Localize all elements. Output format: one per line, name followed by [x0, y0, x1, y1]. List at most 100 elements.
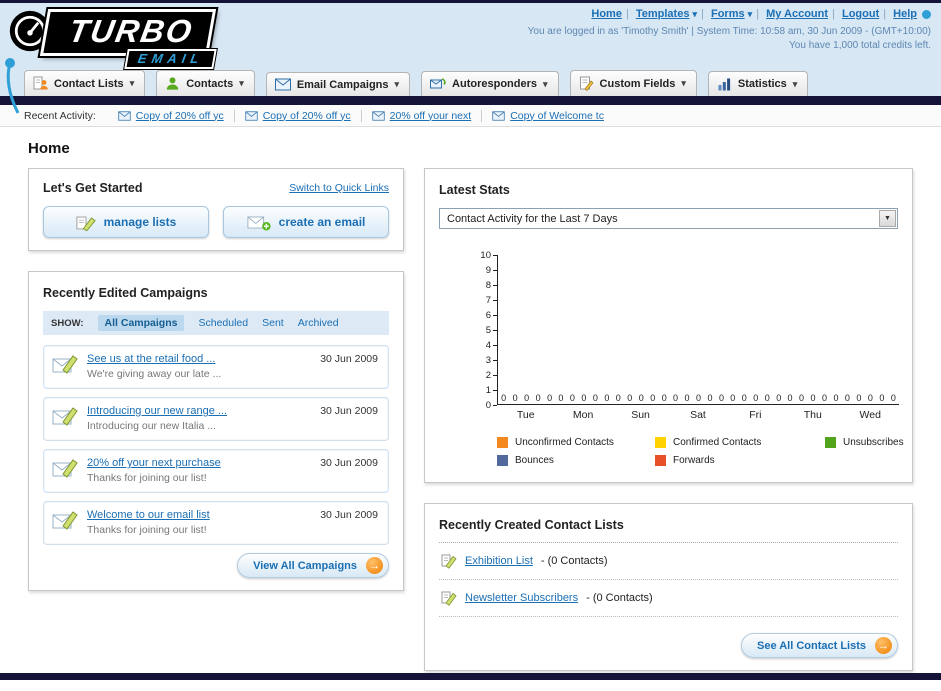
tab-statistics[interactable]: Statistics — [707, 71, 809, 96]
y-axis-tick: 3 — [486, 355, 497, 366]
get-started-panel: Let's Get Started Switch to Quick Links … — [28, 168, 404, 251]
dropdown-caret-icon — [879, 210, 896, 227]
manage-lists-label: manage lists — [103, 215, 177, 229]
left-column: Let's Get Started Switch to Quick Links … — [28, 168, 404, 611]
campaign-list-item: 20% off your next purchase Thanks for jo… — [43, 449, 389, 493]
campaign-list-item: See us at the retail food ... We're givi… — [43, 345, 389, 389]
show-label: SHOW: — [51, 317, 84, 329]
top-link-templates[interactable]: Templates — [636, 8, 690, 20]
campaign-date: 30 Jun 2009 — [320, 405, 378, 417]
tab-custom-fields[interactable]: Custom Fields — [569, 70, 697, 96]
recent-activity-link[interactable]: 20% off your next — [390, 110, 472, 122]
tab-contacts[interactable]: Contacts — [156, 70, 255, 96]
envelope-pencil-icon — [52, 511, 78, 530]
see-all-contact-lists-button[interactable]: See All Contact Lists — [740, 633, 898, 658]
pencil-icon — [76, 216, 96, 231]
recent-activity-link[interactable]: Copy of 20% off yc — [136, 110, 224, 122]
chevron-down-icon — [239, 78, 244, 89]
legend-swatch — [655, 455, 666, 466]
recent-activity-link[interactable]: Copy of 20% off yc — [263, 110, 351, 122]
header-right: Home| Templates | Forms | My Account| Lo… — [528, 8, 931, 51]
legend-swatch — [497, 455, 508, 466]
y-axis-tick: 8 — [486, 280, 497, 291]
contact-lists-icon — [33, 76, 48, 90]
tab-label: Custom Fields — [599, 77, 676, 90]
tab-contact-lists[interactable]: Contact Lists — [24, 70, 146, 96]
autoresponder-icon — [430, 78, 446, 89]
top-link-my-account[interactable]: My Account — [766, 8, 828, 20]
top-link-help[interactable]: Help — [893, 8, 917, 20]
y-axis-tick: 7 — [486, 295, 497, 306]
envelope-icon — [372, 110, 385, 121]
app-logo: TURBO EMAIL — [8, 7, 278, 69]
top-link-logout[interactable]: Logout — [842, 8, 879, 20]
bar-value-labels: 0 0 0 0 0 — [558, 393, 610, 403]
recent-activity-link[interactable]: Copy of Welcome tc — [510, 110, 604, 122]
separator: | — [701, 8, 704, 20]
campaign-date: 30 Jun 2009 — [320, 509, 378, 521]
tab-label: Statistics — [737, 78, 787, 90]
x-axis-label: Sat — [690, 409, 706, 421]
campaign-date: 30 Jun 2009 — [320, 353, 378, 365]
x-axis-label: Thu — [803, 409, 822, 421]
separator: | — [625, 8, 629, 20]
top-link-home[interactable]: Home — [591, 8, 622, 20]
campaign-subtitle: Thanks for joining our list! — [87, 524, 207, 536]
campaign-subtitle: Thanks for joining our list! — [87, 472, 207, 484]
create-email-button[interactable]: create an email — [223, 206, 389, 238]
legend-label: Confirmed Contacts — [673, 437, 762, 448]
page-title: Home — [28, 140, 70, 157]
x-axis-label: Wed — [859, 409, 881, 421]
bar-value-labels: 0 0 0 0 0 — [787, 393, 839, 403]
tab-label: Contact Lists — [54, 77, 124, 90]
legend-item: Confirmed Contacts — [655, 437, 825, 448]
filter-tab-scheduled[interactable]: Scheduled — [198, 317, 248, 329]
manage-lists-button[interactable]: manage lists — [43, 206, 209, 238]
stats-range-dropdown[interactable]: Contact Activity for the Last 7 Days — [439, 208, 898, 229]
view-all-campaigns-button[interactable]: View All Campaigns — [237, 553, 389, 578]
bar-value-labels: 0 0 0 0 0 — [730, 393, 782, 403]
login-info: You are logged in as 'Timothy Smith' | S… — [527, 26, 931, 37]
filter-tab-sent[interactable]: Sent — [262, 317, 284, 329]
campaign-title-link[interactable]: Introducing our new range ... — [87, 405, 227, 417]
campaigns-filter-row: SHOW: All Campaigns Scheduled Sent Archi… — [43, 311, 389, 335]
right-column: Latest Stats Contact Activity for the La… — [424, 168, 913, 691]
arrow-right-icon — [366, 557, 383, 574]
campaign-title-link[interactable]: Welcome to our email list — [87, 509, 210, 521]
chart-bar-group: 0 0 0 0 0 — [498, 255, 555, 404]
campaign-subtitle: We're giving away our late ... — [87, 368, 222, 380]
chevron-down-icon — [693, 9, 698, 19]
top-link-forms[interactable]: Forms — [711, 8, 745, 20]
x-axis-label: Fri — [749, 409, 762, 421]
nav-divider-bar — [0, 96, 941, 105]
tab-autoresponders[interactable]: Autoresponders — [421, 71, 559, 96]
filter-tab-archived[interactable]: Archived — [298, 317, 339, 329]
contact-lists-panel-title: Recently Created Contact Lists — [439, 518, 624, 532]
legend-item: Forwards — [655, 455, 825, 466]
pencil-icon — [441, 591, 457, 606]
separator: | — [832, 8, 835, 20]
main-nav: Contact Lists Contacts Email Campaigns A… — [0, 65, 941, 96]
chevron-down-icon — [130, 78, 135, 89]
campaign-title-link[interactable]: See us at the retail food ... — [87, 353, 221, 365]
bar-value-labels: 0 0 0 0 0 — [615, 393, 667, 403]
envelope-icon — [118, 110, 131, 121]
bar-value-labels: 0 0 0 0 0 — [672, 393, 724, 403]
latest-stats-panel: Latest Stats Contact Activity for the La… — [424, 168, 913, 483]
campaign-title-link[interactable]: 20% off your next purchase — [87, 457, 221, 469]
contact-list-link[interactable]: Newsletter Subscribers — [465, 592, 578, 604]
chart-bar-group: 0 0 0 0 0 — [727, 255, 784, 404]
stats-range-value: Contact Activity for the Last 7 Days — [447, 212, 618, 225]
top-nav: Home| Templates | Forms | My Account| Lo… — [528, 8, 931, 20]
tab-email-campaigns[interactable]: Email Campaigns — [265, 72, 411, 96]
contact-list-link[interactable]: Exhibition List — [465, 555, 533, 567]
separator: | — [883, 8, 887, 20]
filter-tab-all-campaigns[interactable]: All Campaigns — [97, 315, 185, 331]
switch-to-quick-links[interactable]: Switch to Quick Links — [289, 182, 389, 194]
chart-legend: Unconfirmed Contacts Confirmed Contacts Un… — [497, 437, 904, 466]
recently-edited-campaigns-panel: Recently Edited Campaigns SHOW: All Camp… — [28, 271, 404, 591]
x-axis-label: Mon — [572, 409, 594, 421]
campaign-subtitle: Introducing our new Italia ... — [87, 420, 216, 432]
chevron-down-icon — [793, 79, 798, 90]
brand-dot-icon — [922, 9, 931, 19]
